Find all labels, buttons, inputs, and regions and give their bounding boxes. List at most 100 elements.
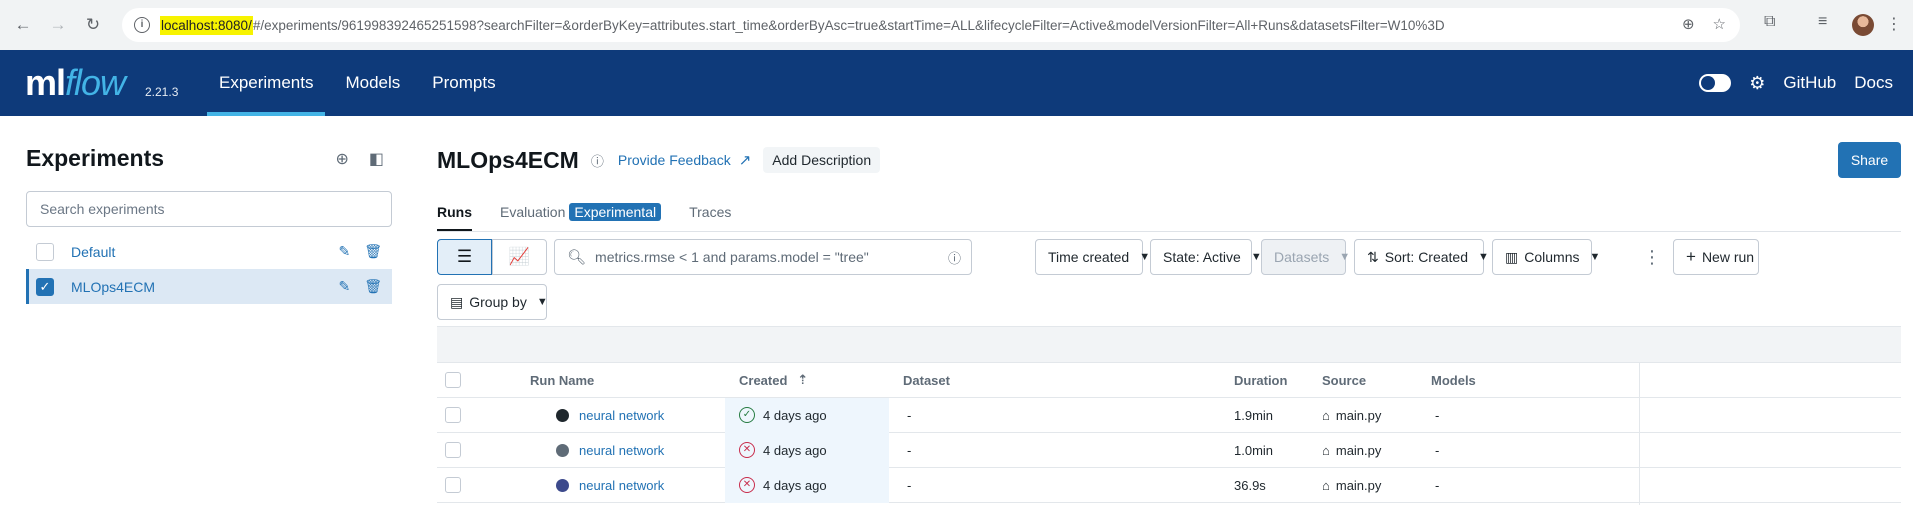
add-experiment-icon[interactable]: ⊕: [335, 149, 348, 169]
provide-feedback-link[interactable]: Provide Feedback: [618, 152, 731, 168]
experiment-search-input[interactable]: Search experiments: [26, 191, 392, 227]
table-toolbar-band: [437, 326, 1901, 363]
run-color-dot[interactable]: [556, 478, 569, 492]
github-link[interactable]: GitHub: [1783, 73, 1836, 93]
row-checkbox[interactable]: [445, 407, 461, 423]
collapse-sidebar-icon[interactable]: ◧: [369, 149, 384, 169]
duration-value: 36.9s: [1234, 477, 1266, 493]
state-dropdown[interactable]: State: Active ▼: [1150, 239, 1262, 275]
sort-dropdown[interactable]: ⇅ Sort: Created ▼: [1354, 239, 1489, 275]
run-name-link[interactable]: neural network: [579, 478, 664, 493]
back-icon[interactable]: ←: [8, 15, 38, 35]
col-created[interactable]: Created ⇡: [739, 372, 808, 388]
col-run-name[interactable]: Run Name: [530, 373, 594, 388]
row-checkbox[interactable]: [445, 477, 461, 493]
experiment-view: MLOps4ECM ⓘ Provide Feedback ↗ Add Descr…: [437, 142, 1901, 505]
trash-icon[interactable]: 🗑: [364, 243, 382, 260]
more-options-icon[interactable]: ⋮: [1643, 247, 1661, 268]
sidebar-item-mlops4ecm[interactable]: ✓ MLOps4ECM ✎ 🗑: [26, 269, 392, 304]
reload-icon[interactable]: ↻: [78, 15, 108, 35]
runs-search-input[interactable]: 🔍︎ metrics.rmse < 1 and params.model = "…: [554, 239, 972, 275]
source-value[interactable]: main.py: [1336, 443, 1382, 458]
col-source[interactable]: Source: [1322, 373, 1366, 388]
models-value: -: [1435, 477, 1440, 493]
version-label: 2.21.3: [145, 85, 179, 99]
list-view-icon[interactable]: ☰: [437, 239, 492, 275]
forward-icon[interactable]: →: [43, 15, 73, 35]
group-by-dropdown[interactable]: ▤ Group by ▼: [437, 284, 548, 320]
chart-view-icon[interactable]: 📈: [492, 239, 547, 275]
nav-models[interactable]: Models: [333, 50, 412, 116]
docs-link[interactable]: Docs: [1854, 73, 1893, 93]
experimental-badge: Experimental: [569, 203, 662, 221]
tab-evaluation[interactable]: Evaluation Experimental: [500, 202, 662, 231]
extensions-icon[interactable]: ⧉: [1764, 13, 1775, 31]
run-color-dot[interactable]: [556, 408, 569, 422]
models-value: -: [1435, 407, 1440, 423]
gear-icon[interactable]: ⚙: [1749, 73, 1765, 94]
bookmark-star-icon[interactable]: ☆: [1713, 15, 1726, 33]
site-info-icon[interactable]: i: [134, 17, 150, 33]
col-dataset[interactable]: Dataset: [903, 373, 950, 388]
add-description-button[interactable]: Add Description: [763, 147, 881, 173]
nav-experiments[interactable]: Experiments: [207, 50, 326, 116]
run-color-dot[interactable]: [556, 443, 569, 457]
experiment-name[interactable]: Default: [71, 244, 115, 260]
app-header: mlflow 2.21.3 Experiments Models Prompts…: [0, 50, 1913, 116]
source-icon: ⌂: [1322, 477, 1330, 493]
columns-icon: ▥: [1505, 248, 1519, 265]
search-help-icon[interactable]: ⓘ: [948, 248, 961, 267]
info-icon[interactable]: ⓘ: [591, 151, 604, 170]
share-button[interactable]: Share: [1838, 142, 1901, 178]
experiments-sidebar: Experiments ⊕ ◧ Search experiments Defau…: [26, 145, 392, 304]
external-link-icon[interactable]: ↗: [739, 151, 752, 169]
failed-status-icon: ✕: [739, 442, 755, 458]
trash-icon[interactable]: 🗑: [364, 278, 382, 295]
sidebar-item-default[interactable]: Default ✎ 🗑: [26, 234, 392, 269]
edit-icon[interactable]: ✎: [338, 278, 350, 295]
new-run-button[interactable]: + New run: [1673, 239, 1759, 275]
col-duration[interactable]: Duration: [1234, 373, 1287, 388]
dataset-value: -: [907, 407, 912, 423]
run-name-link[interactable]: neural network: [579, 408, 664, 423]
media-icon[interactable]: ≡: [1818, 13, 1827, 31]
address-bar[interactable]: i localhost:8080/ #/experiments/96199839…: [122, 8, 1740, 42]
table-row[interactable]: neural network ✕ 4 days ago - 1.0min ⌂ mai…: [437, 432, 1901, 468]
edit-icon[interactable]: ✎: [338, 243, 350, 260]
browser-menu-icon[interactable]: ⋮: [1886, 14, 1902, 34]
table-row[interactable]: neural network ✓ 4 days ago - 1.9min ⌂ mai…: [437, 397, 1901, 433]
time-created-dropdown[interactable]: Time created ▼: [1035, 239, 1150, 275]
created-value: 4 days ago: [763, 407, 827, 423]
zoom-icon[interactable]: ⊕: [1682, 15, 1695, 33]
profile-avatar[interactable]: [1852, 14, 1874, 36]
experiment-checkbox[interactable]: [36, 242, 54, 261]
experiment-name[interactable]: MLOps4ECM: [71, 279, 155, 295]
chevron-down-icon: ▼: [1339, 251, 1351, 263]
datasets-dropdown[interactable]: Datasets ▼: [1261, 239, 1350, 275]
tab-traces[interactable]: Traces: [689, 202, 731, 231]
source-value[interactable]: main.py: [1336, 408, 1382, 423]
nav-prompts[interactable]: Prompts: [420, 50, 507, 116]
source-icon: ⌂: [1322, 442, 1330, 458]
row-checkbox[interactable]: [445, 442, 461, 458]
sort-asc-icon: ⇡: [797, 372, 809, 387]
run-name-link[interactable]: neural network: [579, 443, 664, 458]
select-all-checkbox[interactable]: [445, 372, 461, 388]
success-status-icon: ✓: [739, 407, 755, 423]
source-value[interactable]: main.py: [1336, 478, 1382, 493]
group-icon: ▤: [450, 293, 464, 310]
columns-dropdown[interactable]: ▥ Columns ▼: [1492, 239, 1600, 275]
search-icon: 🔍︎: [567, 249, 587, 266]
dark-mode-toggle[interactable]: [1699, 74, 1732, 92]
source-icon: ⌂: [1322, 407, 1330, 423]
url-host: localhost:8080/: [160, 15, 253, 35]
tab-runs[interactable]: Runs: [437, 202, 472, 231]
col-models[interactable]: Models: [1431, 373, 1476, 388]
mlflow-logo[interactable]: mlflow: [25, 62, 126, 104]
table-row[interactable]: neural network ✕ 4 days ago - 36.9s ⌂ main…: [437, 467, 1901, 503]
experiment-checkbox[interactable]: ✓: [36, 277, 54, 296]
duration-value: 1.0min: [1234, 442, 1274, 458]
chevron-down-icon: ▼: [1478, 251, 1489, 263]
page-title: MLOps4ECM: [437, 146, 579, 173]
created-value: 4 days ago: [763, 477, 827, 493]
